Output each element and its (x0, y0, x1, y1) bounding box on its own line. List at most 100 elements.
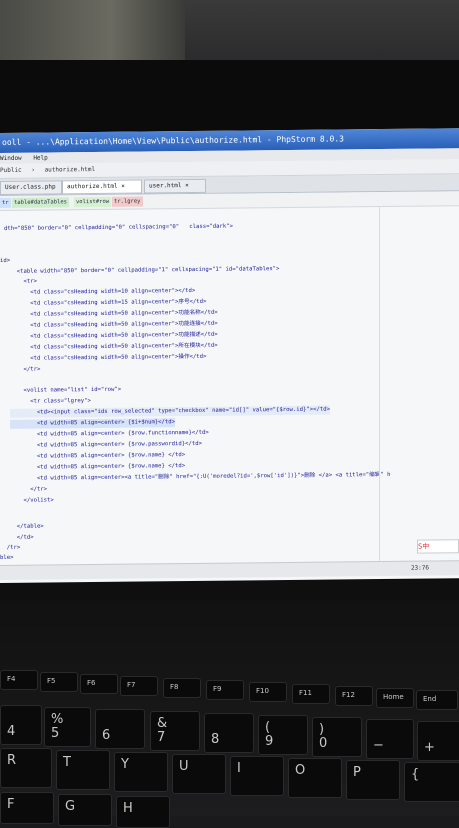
key-label: R (7, 753, 17, 768)
key-f7[interactable]: F7 (120, 676, 158, 696)
key-7[interactable]: & 7 (150, 711, 200, 751)
key-8[interactable]: 8 (204, 713, 254, 753)
key-i[interactable]: I (230, 756, 284, 796)
key-label: F7 (127, 681, 136, 689)
key-shift-label: ) (319, 722, 325, 737)
code-line: <td><input class="ids row_selected" type… (10, 405, 330, 418)
breadcrumb-separator: › (31, 166, 35, 174)
code-line: <td class="csHeading width=50 align=cent… (10, 309, 218, 318)
key-label: Y (121, 757, 129, 772)
key-f6[interactable]: F6 (80, 674, 118, 694)
key-label: F8 (170, 683, 179, 691)
code-line-current: <td width=85 align=center> {$i+$num}</td… (10, 418, 176, 429)
key-h[interactable]: H (116, 796, 170, 828)
code-line: </volist> (10, 497, 54, 504)
tag-path-item[interactable]: table#dataTables (12, 197, 69, 208)
key-label: 4 (7, 724, 16, 739)
menu-item-window[interactable]: Window (0, 155, 22, 162)
code-line: <td width=85 align=center> {$row.name} <… (10, 452, 186, 460)
key-t[interactable]: T (56, 750, 110, 790)
key-f12[interactable]: F12 (335, 686, 373, 706)
tab-label: authorize.html (67, 182, 118, 191)
key-equals[interactable]: + (417, 721, 459, 761)
key-label: F9 (213, 685, 222, 693)
code-line: /tr> (0, 544, 21, 551)
key-f9[interactable]: F9 (206, 680, 244, 700)
key-shift-label: % (51, 712, 64, 727)
key-label: Home (383, 693, 404, 701)
key-4[interactable]: 4 (0, 705, 42, 745)
key-f8[interactable]: F8 (163, 678, 201, 698)
key-f11[interactable]: F11 (292, 684, 330, 704)
code-line: <td class="csHeading width=50 align=cent… (10, 320, 218, 329)
key-g[interactable]: G (58, 794, 112, 826)
code-line: <td width=85 align=center> {$row.passwor… (10, 440, 202, 449)
key-f[interactable]: F (0, 792, 54, 824)
key-label: 8 (211, 732, 220, 747)
code-line: <volist name="list" id="row"> (10, 386, 122, 394)
key-5[interactable]: % 5 (44, 707, 91, 747)
code-line: <td class="csHeading width=50 align=cent… (10, 353, 207, 362)
code-line: </table> (10, 523, 44, 530)
key-u[interactable]: U (172, 754, 226, 794)
tag-path-item[interactable]: volist#row (74, 196, 112, 208)
key-label: O (295, 763, 306, 778)
key-label: T (63, 755, 71, 770)
key-label: F10 (256, 687, 269, 695)
close-icon[interactable]: × (185, 182, 189, 189)
key-label: + (424, 740, 435, 755)
tag-path-item[interactable]: tr.lgrey (112, 196, 143, 207)
key-y[interactable]: Y (114, 752, 168, 792)
menu-item-help[interactable]: Help (33, 154, 47, 161)
key-minus[interactable]: − (366, 719, 414, 759)
tab-authorize[interactable]: authorize.html × (62, 179, 142, 195)
key-r[interactable]: R (0, 748, 52, 788)
ime-indicator[interactable]: S中 (417, 539, 459, 554)
key-label: F (7, 797, 15, 812)
code-line: dth="850" border="0" cellpadding="0" cel… (4, 223, 234, 232)
code-line: </tr> (10, 486, 48, 493)
ime-label: S中 (418, 542, 430, 551)
key-end[interactable]: End (416, 690, 458, 710)
key-shift-label: & (157, 716, 168, 731)
key-p[interactable]: P (346, 760, 400, 800)
key-home[interactable]: Home (376, 688, 414, 708)
key-o[interactable]: O (288, 758, 342, 798)
key-f5[interactable]: F5 (40, 672, 78, 692)
key-label: F12 (342, 691, 355, 699)
close-icon[interactable]: × (121, 183, 125, 190)
key-label: 6 (102, 728, 111, 743)
code-editor[interactable]: dth="850" border="0" cellpadding="0" cel… (0, 206, 459, 571)
key-label: P (353, 765, 361, 780)
key-label: − (373, 738, 384, 753)
breadcrumb-item-file[interactable]: authorize.html (45, 166, 96, 174)
code-line: <td width=85 align=center> {$row.name} <… (10, 463, 186, 471)
tab-user-class[interactable]: User.class.php (0, 180, 62, 195)
key-label: 9 (265, 734, 274, 749)
key-f4[interactable]: F4 (0, 670, 38, 690)
code-line: <td class="csHeading width=10 align=cent… (10, 287, 196, 296)
key-6[interactable]: 6 (95, 709, 145, 749)
key-label: F6 (87, 679, 96, 687)
key-label: 5 (51, 726, 60, 741)
cursor-position: 23:76 (410, 564, 429, 572)
key-label: { (411, 767, 420, 782)
key-9[interactable]: (9 (258, 715, 308, 755)
laptop-keyboard: F4 F5 F6 F7 F8 F9 F10 F11 F12 Home End 4… (0, 600, 459, 828)
key-label: F5 (47, 677, 56, 685)
key-label: 7 (157, 730, 166, 745)
key-label: I (237, 761, 241, 776)
key-f10[interactable]: F10 (249, 682, 287, 702)
breadcrumb-item-public[interactable]: Public (0, 167, 22, 174)
tag-path-item[interactable]: tr (0, 197, 11, 208)
key-label: End (423, 695, 437, 703)
key-0[interactable]: ) 0 (312, 717, 362, 757)
code-line: <td class="csHeading width=50 align=cent… (10, 342, 218, 351)
key-bracket[interactable]: { (404, 762, 459, 802)
code-line: </td> (10, 534, 34, 541)
code-line: <td width=85 align=center> {$row.functio… (10, 429, 209, 438)
tab-user-html[interactable]: user.html × (144, 178, 206, 194)
background-object (0, 0, 185, 60)
code-line: <td width=85 align=center><a title="删除" … (10, 471, 391, 482)
key-label: G (65, 799, 76, 814)
